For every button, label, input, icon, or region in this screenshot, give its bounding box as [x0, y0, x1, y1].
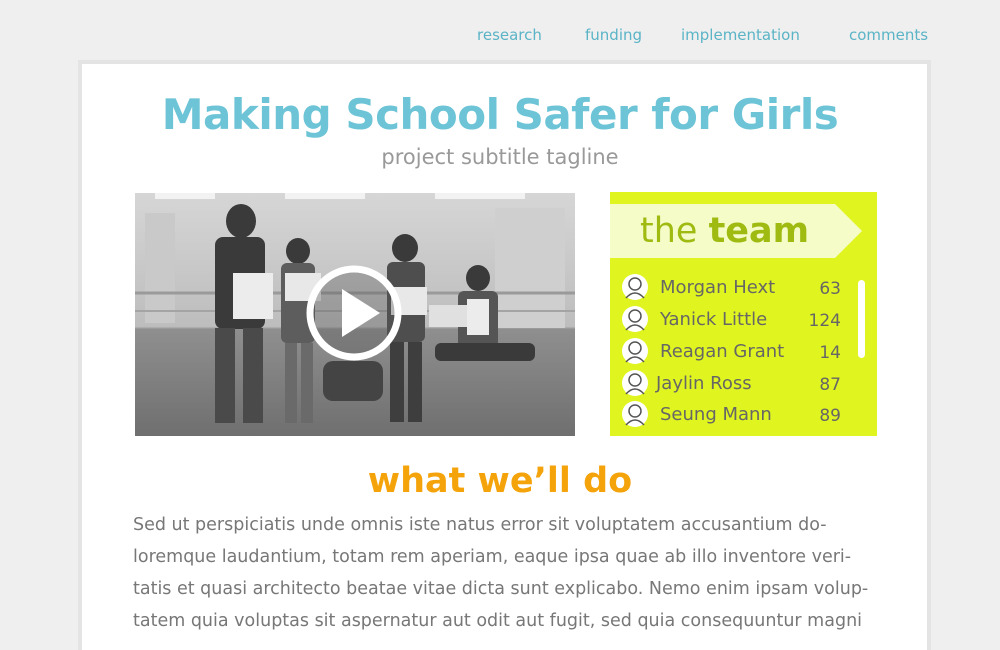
- avatar-icon: [622, 401, 648, 427]
- description-line: Sed ut perspiciatis unde omnis iste natu…: [133, 515, 827, 535]
- member-name: Jaylin Ross: [656, 373, 752, 394]
- page-title: Making School Safer for Girls: [161, 90, 839, 139]
- page-subtitle: project subtitle tagline: [381, 145, 619, 169]
- member-name: Reagan Grant: [660, 341, 785, 362]
- team-member[interactable]: Jaylin Ross 87: [610, 370, 877, 400]
- team-member[interactable]: Yanick Little 124: [610, 306, 877, 336]
- team-scrollbar[interactable]: [858, 280, 865, 358]
- member-count: 89: [819, 406, 841, 426]
- top-nav: research funding implementation comments: [0, 26, 1000, 48]
- team-member[interactable]: Reagan Grant 14: [610, 338, 877, 368]
- member-name: Seung Mann: [660, 404, 772, 425]
- team-heading: the team: [640, 211, 809, 251]
- plan-description: Sed ut perspiciatis unde omnis iste natu…: [133, 509, 875, 637]
- avatar-icon: [622, 306, 648, 332]
- member-count: 63: [819, 279, 841, 299]
- member-count: 124: [808, 311, 841, 331]
- team-heading-light: the: [640, 211, 709, 251]
- video-thumbnail: [135, 193, 575, 436]
- description-line: loremque laudantium, totam rem aperiam, …: [133, 547, 852, 567]
- avatar-icon: [622, 338, 648, 364]
- member-count: 14: [819, 343, 841, 363]
- nav-research[interactable]: research: [477, 26, 542, 44]
- member-name: Yanick Little: [660, 309, 768, 330]
- team-member[interactable]: Morgan Hext 63: [610, 274, 877, 304]
- avatar-icon: [622, 274, 648, 300]
- team-heading-bold: team: [708, 211, 810, 251]
- member-name: Morgan Hext: [660, 277, 776, 298]
- nav-implementation[interactable]: implementation: [681, 26, 800, 44]
- video-player[interactable]: [135, 193, 575, 436]
- section-heading-mid: we’ll: [465, 461, 584, 501]
- team-member[interactable]: Seung Mann 89: [610, 401, 877, 431]
- member-count: 87: [819, 375, 841, 395]
- play-icon[interactable]: [306, 265, 402, 361]
- team-panel: the team Morgan Hext 63 Yanick Little 12…: [610, 192, 877, 436]
- section-heading: what we’ll do: [0, 461, 1000, 501]
- nav-comments[interactable]: comments: [849, 26, 928, 44]
- description-line: tatem quia voluptas sit aspernatur aut o…: [133, 611, 863, 631]
- nav-funding[interactable]: funding: [585, 26, 642, 44]
- section-heading-do: do: [583, 461, 633, 501]
- section-heading-what: what: [367, 461, 466, 501]
- avatar-icon: [622, 370, 648, 396]
- description-line: tatis et quasi architecto beatae vitae d…: [133, 579, 869, 599]
